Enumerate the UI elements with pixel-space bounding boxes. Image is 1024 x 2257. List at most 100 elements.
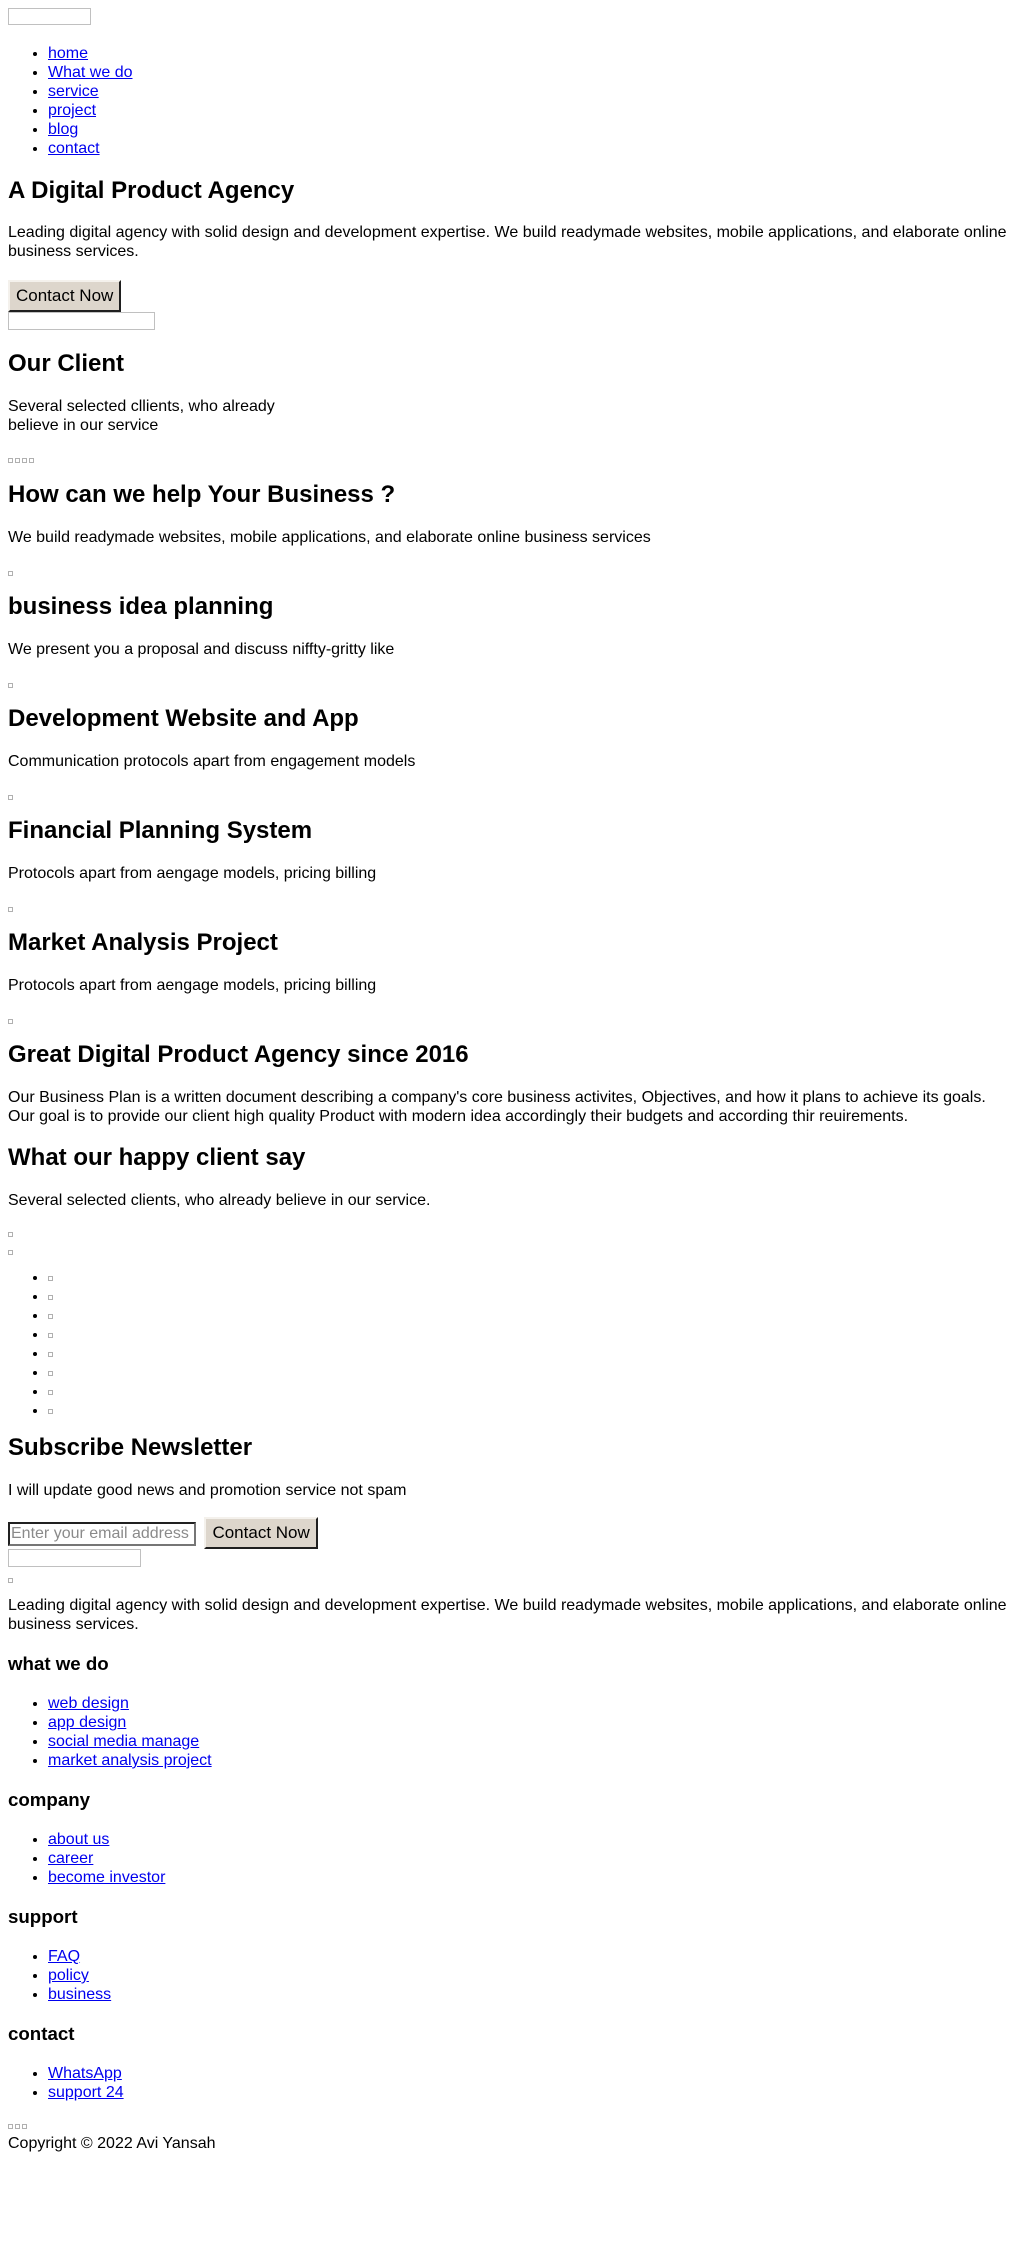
logo-image xyxy=(8,8,91,25)
avatar-icon xyxy=(48,1409,53,1414)
client-logo-icon xyxy=(15,458,20,463)
footer-list-item: market analysis project xyxy=(48,1751,1016,1770)
service-text: Protocols apart from aengage models, pri… xyxy=(8,865,377,882)
footer-link-policy[interactable]: policy xyxy=(48,1967,89,1984)
client-logo-icon xyxy=(8,458,13,463)
footer-link-app-design[interactable]: app design xyxy=(48,1714,126,1731)
testimonial-avatar[interactable] xyxy=(48,1344,1016,1363)
service-title: Development Website and App xyxy=(8,705,359,732)
service-title: Financial Planning System xyxy=(8,817,313,844)
client-logo-icon xyxy=(29,458,34,463)
newsletter-form: Contact Now xyxy=(8,1517,1016,1549)
footer-link-about-us[interactable]: about us xyxy=(48,1831,109,1848)
client-logo-icon xyxy=(22,458,27,463)
newsletter-text: I will update good news and promotion se… xyxy=(8,1482,407,1499)
instagram-icon[interactable] xyxy=(15,2124,20,2129)
about-title: Great Digital Product Agency since 2016 xyxy=(8,1041,469,1068)
testimonial-avatar[interactable] xyxy=(48,1306,1016,1325)
nav-link-service[interactable]: service xyxy=(48,83,99,100)
testimonial-avatar[interactable] xyxy=(48,1325,1016,1344)
service-card: business idea planning We present you a … xyxy=(8,571,1016,659)
avatar-icon xyxy=(48,1333,53,1338)
nav-link-what-we-do[interactable]: What we do xyxy=(48,64,132,81)
footer-list-contact: WhatsApp support 24 xyxy=(8,2064,1016,2102)
footer-logo-image xyxy=(8,1549,141,1567)
quote-icon xyxy=(8,1232,13,1237)
footer-link-business[interactable]: business xyxy=(48,1986,111,2003)
nav-item: project xyxy=(48,101,1016,120)
hero-title: A Digital Product Agency xyxy=(8,177,295,204)
facebook-icon[interactable] xyxy=(8,2124,13,2129)
footer-heading-company: company xyxy=(8,1789,91,1810)
nav-item: home xyxy=(48,44,1016,63)
testimonials-title: What our happy client say xyxy=(8,1144,306,1171)
service-text: Communication protocols apart from engag… xyxy=(8,753,416,770)
nav-link-blog[interactable]: blog xyxy=(48,121,78,138)
hero-image xyxy=(8,312,155,330)
hero-text: Leading digital agency with solid design… xyxy=(8,224,1007,260)
footer-logo-icon xyxy=(8,1578,13,1583)
help-title: How can we help Your Business ? xyxy=(8,481,396,508)
newsletter-title: Subscribe Newsletter xyxy=(8,1434,253,1461)
testimonials-text: Several selected clients, who already be… xyxy=(8,1192,431,1209)
service-title: business idea planning xyxy=(8,593,274,620)
footer-list-item: become investor xyxy=(48,1868,1016,1887)
copyright: Copyright © 2022 Avi Yansah xyxy=(8,2135,216,2152)
avatar-icon xyxy=(48,1314,53,1319)
footer-heading-support: support xyxy=(8,1906,78,1927)
footer-heading-what-we-do: what we do xyxy=(8,1653,109,1674)
footer-link-support-24[interactable]: support 24 xyxy=(48,2084,124,2101)
footer-list-item: web design xyxy=(48,1694,1016,1713)
service-text: We present you a proposal and discuss ni… xyxy=(8,641,395,658)
avatar-icon xyxy=(48,1276,53,1281)
footer-list-item: WhatsApp xyxy=(48,2064,1016,2083)
service-card: Market Analysis Project Protocols apart … xyxy=(8,907,1016,995)
nav-item: service xyxy=(48,82,1016,101)
testimonial-avatar[interactable] xyxy=(48,1287,1016,1306)
nav-link-project[interactable]: project xyxy=(48,102,96,119)
footer-link-social-media[interactable]: social media manage xyxy=(48,1733,199,1750)
avatar-icon xyxy=(48,1352,53,1357)
testimonial-avatar[interactable] xyxy=(48,1268,1016,1287)
footer-link-market-analysis[interactable]: market analysis project xyxy=(48,1752,212,1769)
footer-list-item: about us xyxy=(48,1830,1016,1849)
hero-contact-button[interactable]: Contact Now xyxy=(8,280,122,312)
footer-heading-contact: contact xyxy=(8,2023,75,2044)
avatar-icon xyxy=(48,1371,53,1376)
footer-list-item: business xyxy=(48,1985,1016,2004)
clients-title: Our Client xyxy=(8,350,125,377)
service-card: Development Website and App Communicatio… xyxy=(8,683,1016,771)
service-title: Market Analysis Project xyxy=(8,929,278,956)
nav-item: What we do xyxy=(48,63,1016,82)
footer-list-support: FAQ policy business xyxy=(8,1947,1016,2004)
about-text: Our Business Plan is a written document … xyxy=(8,1089,986,1125)
testimonial-dots xyxy=(8,1268,1016,1420)
footer-link-faq[interactable]: FAQ xyxy=(48,1948,80,1965)
newsletter-email-input[interactable] xyxy=(8,1522,196,1546)
footer-list-what-we-do: web design app design social media manag… xyxy=(8,1694,1016,1770)
nav-item: blog xyxy=(48,120,1016,139)
service-card: Financial Planning System Protocols apar… xyxy=(8,795,1016,883)
testimonial-avatar[interactable] xyxy=(48,1382,1016,1401)
nav-link-home[interactable]: home xyxy=(48,45,88,62)
testimonial-image-icon xyxy=(8,1250,13,1255)
footer-list-item: social media manage xyxy=(48,1732,1016,1751)
service-text: Protocols apart from aengage models, pri… xyxy=(8,977,377,994)
footer-link-whatsapp[interactable]: WhatsApp xyxy=(48,2065,122,2082)
footer-link-career[interactable]: career xyxy=(48,1850,93,1867)
service-icon xyxy=(8,683,13,688)
avatar-icon xyxy=(48,1390,53,1395)
footer-link-web-design[interactable]: web design xyxy=(48,1695,129,1712)
footer-link-become-investor[interactable]: become investor xyxy=(48,1869,165,1886)
twitter-icon[interactable] xyxy=(22,2124,27,2129)
service-icon xyxy=(8,571,13,576)
clients-text: Several selected cllients, who already b… xyxy=(8,398,275,434)
nav-link-contact[interactable]: contact xyxy=(48,140,100,157)
newsletter-submit-button[interactable]: Contact Now xyxy=(204,1517,318,1549)
testimonial-avatar[interactable] xyxy=(48,1401,1016,1420)
avatar-icon xyxy=(48,1295,53,1300)
social-icons xyxy=(8,2124,1016,2130)
footer-list-item: app design xyxy=(48,1713,1016,1732)
testimonial-avatar[interactable] xyxy=(48,1363,1016,1382)
footer-list-company: about us career become investor xyxy=(8,1830,1016,1887)
